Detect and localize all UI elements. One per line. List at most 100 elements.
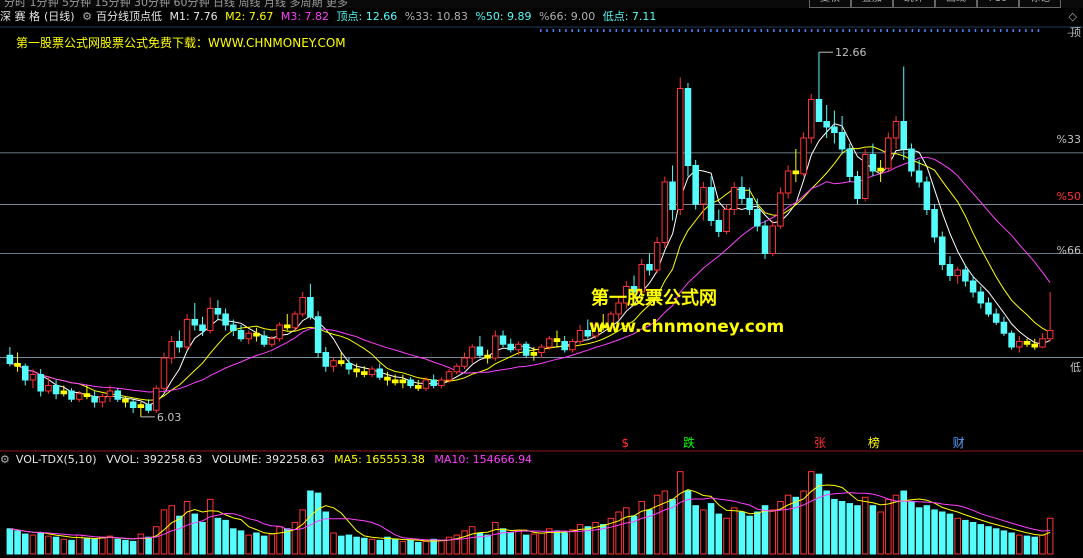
volume-bar xyxy=(738,511,746,555)
candle-body xyxy=(962,269,969,282)
candle-body xyxy=(468,346,476,359)
volume-bar xyxy=(60,538,68,555)
top-dot-marker xyxy=(703,29,706,32)
candle-body xyxy=(245,332,253,340)
top-dot-marker xyxy=(697,29,699,32)
candle-body xyxy=(230,324,237,331)
volume-bar xyxy=(892,494,900,555)
candle-body xyxy=(160,357,168,389)
top-dot-marker xyxy=(710,29,712,32)
volume-bar xyxy=(129,540,137,555)
candle-body xyxy=(399,379,407,384)
top-dot-marker xyxy=(892,29,895,32)
candle-body xyxy=(191,319,199,326)
top-dot-marker xyxy=(716,29,718,32)
volume-bar xyxy=(638,501,646,555)
volume-bar xyxy=(538,532,545,555)
volume-bar xyxy=(623,507,630,555)
volume-bar xyxy=(977,524,985,555)
top-dot-marker xyxy=(810,29,813,32)
volume-bar xyxy=(438,539,445,555)
candle-body xyxy=(507,343,515,351)
candle-body xyxy=(969,280,977,293)
candle-body xyxy=(869,154,877,172)
candle-body xyxy=(337,360,345,364)
top-dot-marker xyxy=(962,29,964,32)
top-dot-marker xyxy=(930,29,933,32)
top-dot-marker xyxy=(609,29,611,32)
volume-bar xyxy=(615,511,622,555)
volume-bar xyxy=(152,526,160,555)
volume-bar xyxy=(707,503,715,555)
gear-icon[interactable]: ⚙ xyxy=(0,453,10,466)
candle-body xyxy=(700,187,707,205)
candle-body xyxy=(283,324,291,329)
volume-bar xyxy=(931,509,938,555)
watermark-url: www.chnmoney.com xyxy=(589,317,785,337)
volume-bar xyxy=(122,539,129,555)
candle-body xyxy=(114,390,122,400)
volume-bar xyxy=(384,536,391,555)
candle-body xyxy=(715,220,723,232)
candle-body xyxy=(815,99,823,122)
volume-bar xyxy=(530,533,538,555)
volume-bar xyxy=(715,513,723,555)
top-dot-marker xyxy=(540,29,542,32)
candle-body xyxy=(831,126,838,133)
top-dot-marker xyxy=(792,29,794,32)
top-dot-marker xyxy=(634,29,636,32)
candle-body xyxy=(307,297,314,318)
top-dot-marker xyxy=(615,29,618,32)
volume-bar xyxy=(730,507,738,555)
top-dot-marker xyxy=(993,29,996,32)
candle-body xyxy=(430,379,437,386)
candle-body xyxy=(52,385,60,395)
volume-bar xyxy=(260,535,268,555)
candle-body xyxy=(37,374,44,392)
candle-body xyxy=(576,330,584,342)
volume-bar xyxy=(885,498,892,555)
candle-body xyxy=(954,269,961,276)
volume-bar xyxy=(522,534,530,555)
volume-bar xyxy=(700,509,707,555)
volume-bar xyxy=(314,492,322,555)
candle-body xyxy=(653,242,661,271)
volume-bar xyxy=(869,505,877,555)
top-dot-marker xyxy=(867,29,870,32)
volume-bar xyxy=(391,538,399,555)
volume-bar xyxy=(754,511,761,555)
candle-body xyxy=(368,368,376,375)
volume-indicator-name[interactable]: VOL-TDX(5,10) xyxy=(16,453,97,466)
top-dot-marker xyxy=(829,29,832,32)
candle-body xyxy=(330,360,337,367)
top-dot-marker xyxy=(741,29,744,32)
top-dot-marker xyxy=(836,29,838,32)
top-dot-marker xyxy=(911,29,914,32)
top-dot-marker xyxy=(766,29,769,32)
top-dot-marker xyxy=(647,29,649,32)
top-dot-marker xyxy=(640,29,643,32)
top-dot-marker xyxy=(558,29,561,32)
volume-bar xyxy=(992,528,1000,555)
volume-bar xyxy=(368,538,376,555)
volume-bar xyxy=(1023,535,1031,555)
candle-body xyxy=(422,379,430,389)
top-dot-marker xyxy=(1031,29,1033,32)
volume-bar xyxy=(1039,534,1046,555)
candle-body xyxy=(21,365,29,381)
candle-body xyxy=(800,137,807,175)
candle-body xyxy=(68,390,75,400)
volume-bar xyxy=(52,536,60,555)
top-dot-marker xyxy=(804,29,807,32)
volume-bar xyxy=(492,522,499,555)
candle-body xyxy=(807,99,815,139)
candle-body xyxy=(345,363,353,370)
price-chart[interactable]: 12.66 6.03 $ 跌 张 榜 财 xyxy=(0,0,1083,558)
top-dot-marker xyxy=(779,29,781,32)
candle-body xyxy=(746,198,753,210)
ma10-value: MA10: 154666.94 xyxy=(434,453,533,466)
candle-body xyxy=(137,404,145,408)
volume-bar xyxy=(291,522,299,555)
candle-body xyxy=(152,387,160,411)
top-dot-marker xyxy=(1006,29,1008,32)
